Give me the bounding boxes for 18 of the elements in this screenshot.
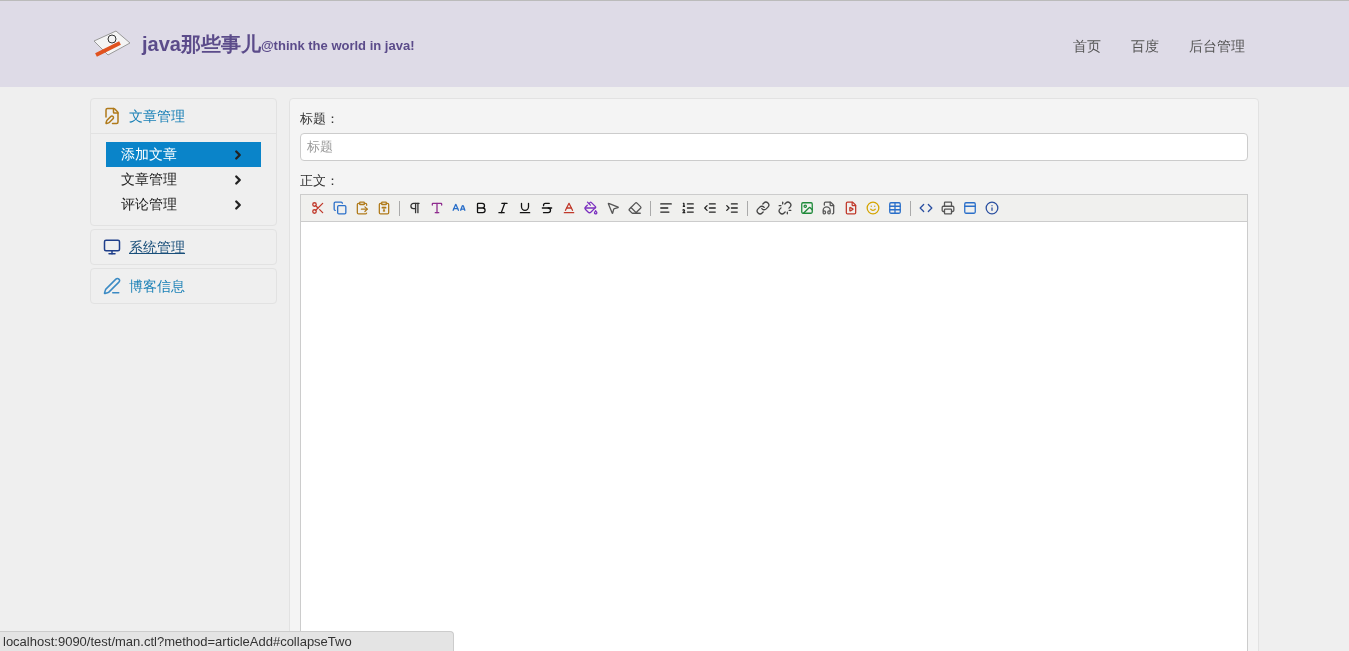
document-edit-icon	[103, 107, 121, 125]
sidebar-item[interactable]: 文章管理	[106, 167, 261, 192]
site-tagline: @think the world in java!	[260, 38, 415, 56]
sidebar-item[interactable]: 评论管理	[106, 192, 261, 217]
nav-link[interactable]: 百度	[1131, 35, 1159, 57]
monitor-icon	[103, 238, 121, 256]
body-label: 正文：	[300, 171, 340, 190]
sidebar-group-link[interactable]: 系统管理	[129, 236, 185, 258]
status-bar-url: localhost:9090/test/man.ctl?method=articleAdd#collapseTwo	[0, 631, 454, 651]
pen-document-icon	[103, 277, 121, 295]
nav-link[interactable]: 首页	[1073, 35, 1101, 57]
sidebar-group-link[interactable]: 文章管理	[129, 105, 185, 127]
site-title[interactable]: java那些事儿	[142, 29, 261, 59]
sidebar-item[interactable]: 添加文章	[106, 142, 261, 167]
title-label: 标题：	[300, 110, 340, 128]
nav-link[interactable]: 后台管理	[1189, 35, 1245, 57]
title-input[interactable]: 标题	[300, 132, 1248, 161]
sidebar-group-link[interactable]: 博客信息	[129, 275, 185, 297]
